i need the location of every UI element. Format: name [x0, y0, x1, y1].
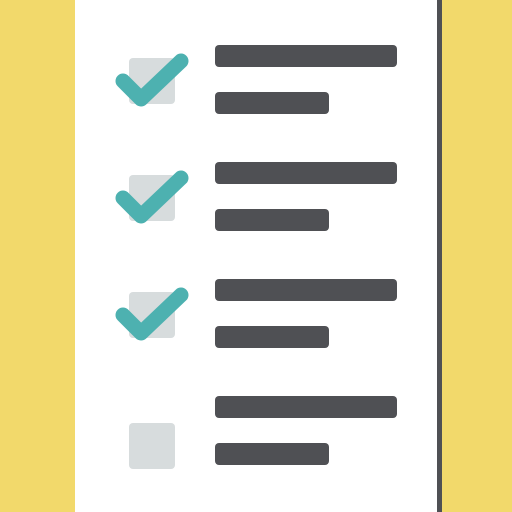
checklist-item: [0, 152, 512, 264]
checklist-icon: [0, 0, 512, 512]
text-line-long: [215, 45, 397, 67]
text-line-long: [215, 162, 397, 184]
checkmark-icon: [115, 53, 189, 107]
checklist-item: [0, 269, 512, 381]
text-line-short: [215, 209, 329, 231]
empty-checkbox-icon: [129, 423, 175, 469]
checklist-item: [0, 386, 512, 498]
checkmark-icon: [115, 170, 189, 224]
text-line-short: [215, 443, 329, 465]
text-line-short: [215, 92, 329, 114]
checklist-item: [0, 35, 512, 147]
text-line-short: [215, 326, 329, 348]
checkmark-icon: [115, 287, 189, 341]
text-line-long: [215, 279, 397, 301]
text-line-long: [215, 396, 397, 418]
